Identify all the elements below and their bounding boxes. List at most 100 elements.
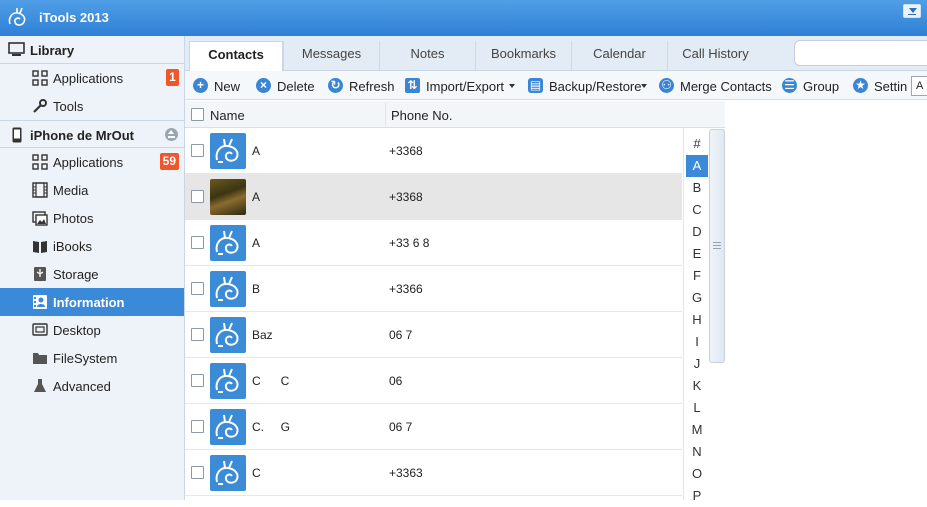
sidebar-item-label: Advanced: [53, 379, 111, 394]
library-item-tools[interactable]: Tools: [0, 92, 184, 120]
sidebar-item-label: Information: [53, 295, 125, 310]
row-checkbox[interactable]: [191, 466, 204, 479]
settings-icon: ★: [853, 78, 868, 93]
row-checkbox[interactable]: [191, 420, 204, 433]
row-checkbox[interactable]: [191, 190, 204, 203]
tab-notes[interactable]: Notes: [379, 41, 475, 71]
default-avatar-icon: [210, 225, 246, 261]
itools-logo-icon: [8, 7, 26, 26]
column-divider[interactable]: [385, 103, 386, 126]
alpha-index-b[interactable]: B: [686, 177, 708, 199]
device-item-applications[interactable]: Applications 59: [0, 148, 184, 176]
alpha-index-l[interactable]: L: [686, 397, 708, 419]
contact-row[interactable]: A +33 6 8: [185, 220, 682, 266]
dropdown-caret-icon: [641, 84, 647, 88]
table-header: Name Phone No.: [185, 101, 725, 128]
select-all-checkbox[interactable]: [191, 108, 204, 121]
alpha-index-k[interactable]: K: [686, 375, 708, 397]
library-section-header[interactable]: Library: [0, 36, 184, 64]
alpha-index-f[interactable]: F: [686, 265, 708, 287]
device-item-filesystem[interactable]: FileSystem: [0, 344, 184, 372]
alpha-index-i[interactable]: I: [686, 331, 708, 353]
tab-call-history[interactable]: Call History: [667, 41, 763, 71]
sidebar-item-label: FileSystem: [53, 351, 118, 366]
scrollbar[interactable]: [709, 129, 725, 363]
sidebar-item-label: Tools: [53, 99, 84, 114]
contact-row[interactable]: A +3368: [185, 174, 682, 220]
iphone-icon: [12, 127, 22, 143]
plus-icon: +: [193, 78, 208, 93]
merge-icon: ⚇: [659, 78, 674, 93]
sidebar-item-label: iBooks: [53, 239, 93, 254]
contact-phone: 06 7: [389, 328, 413, 342]
device-item-advanced[interactable]: Advanced: [0, 372, 184, 400]
row-checkbox[interactable]: [191, 328, 204, 341]
alphabet-index: # A B C D E F G H I J K L M N O P: [683, 128, 708, 503]
library-item-applications[interactable]: Applications 1: [0, 64, 184, 92]
contact-name: B: [252, 282, 261, 296]
device-item-desktop[interactable]: Desktop: [0, 316, 184, 344]
device-item-storage[interactable]: Storage: [0, 260, 184, 288]
tab-messages[interactable]: Messages: [283, 41, 379, 71]
alpha-index-c[interactable]: C: [686, 199, 708, 221]
sidebar-item-label: Media: [53, 183, 89, 198]
alpha-index-g[interactable]: G: [686, 287, 708, 309]
contacts-list: A +3368 A +3368 A +33 6 8 B +3366 Baz 06 7 C C 06 C.…: [185, 128, 682, 500]
usb-icon: [32, 266, 48, 282]
contact-row[interactable]: C +3363: [185, 450, 682, 496]
row-checkbox[interactable]: [191, 282, 204, 295]
contact-phone: +3366: [389, 282, 423, 296]
alpha-index-hash[interactable]: #: [686, 133, 708, 155]
dropdown-caret-icon: [509, 84, 515, 88]
scrollbar-grip[interactable]: [713, 242, 721, 243]
alpha-index-h[interactable]: H: [686, 309, 708, 331]
alpha-index-e[interactable]: E: [686, 243, 708, 265]
book-icon: [32, 238, 48, 254]
alpha-index-n[interactable]: N: [686, 441, 708, 463]
contact-row[interactable]: C. G 06 7: [185, 404, 682, 450]
window-menu-button[interactable]: [903, 4, 921, 18]
contact-phone: +3363: [389, 466, 423, 480]
search-input[interactable]: [794, 40, 927, 66]
row-checkbox[interactable]: [191, 144, 204, 157]
backup-icon: ▤: [528, 78, 543, 93]
contact-row[interactable]: Baz 06 7: [185, 312, 682, 358]
device-item-photos[interactable]: Photos: [0, 204, 184, 232]
alpha-index-j[interactable]: J: [686, 353, 708, 375]
alpha-index-p[interactable]: P: [686, 485, 708, 507]
device-item-media[interactable]: Media: [0, 176, 184, 204]
contact-row[interactable]: C C 06: [185, 358, 682, 404]
alpha-index-a[interactable]: A: [686, 155, 708, 177]
library-label: Library: [30, 43, 75, 58]
tab-calendar[interactable]: Calendar: [571, 41, 667, 71]
row-checkbox[interactable]: [191, 374, 204, 387]
contact-row[interactable]: B +3366: [185, 266, 682, 312]
row-checkbox[interactable]: [191, 236, 204, 249]
column-header-name[interactable]: Name: [210, 108, 245, 123]
device-label: iPhone de MrOut: [30, 128, 134, 143]
toolbar-overflow-field[interactable]: A: [911, 76, 927, 96]
tab-bookmarks[interactable]: Bookmarks: [475, 41, 571, 71]
tab-contacts[interactable]: Contacts: [189, 41, 283, 72]
count-badge: 1: [166, 69, 179, 86]
title-bar: iTools 2013: [0, 0, 927, 36]
grid-icon: [32, 70, 48, 86]
import-export-icon: ⇅: [405, 78, 420, 93]
contact-row[interactable]: A +3368: [185, 128, 682, 174]
refresh-icon: ↻: [328, 78, 343, 93]
alpha-index-o[interactable]: O: [686, 463, 708, 485]
sidebar-item-label: Photos: [53, 211, 94, 226]
alpha-index-m[interactable]: M: [686, 419, 708, 441]
default-avatar-icon: [210, 317, 246, 353]
device-section-header[interactable]: iPhone de MrOut: [0, 120, 184, 148]
eject-icon[interactable]: [165, 128, 178, 141]
contact-card-icon: [32, 294, 48, 310]
default-avatar-icon: [210, 271, 246, 307]
alpha-index-d[interactable]: D: [686, 221, 708, 243]
sidebar-item-label: Storage: [53, 267, 99, 282]
column-header-phone[interactable]: Phone No.: [391, 108, 452, 123]
device-item-information[interactable]: Information: [0, 288, 184, 316]
contact-name: Baz: [252, 328, 273, 342]
device-item-ibooks[interactable]: iBooks: [0, 232, 184, 260]
sidebar-item-label: Applications: [53, 155, 124, 170]
